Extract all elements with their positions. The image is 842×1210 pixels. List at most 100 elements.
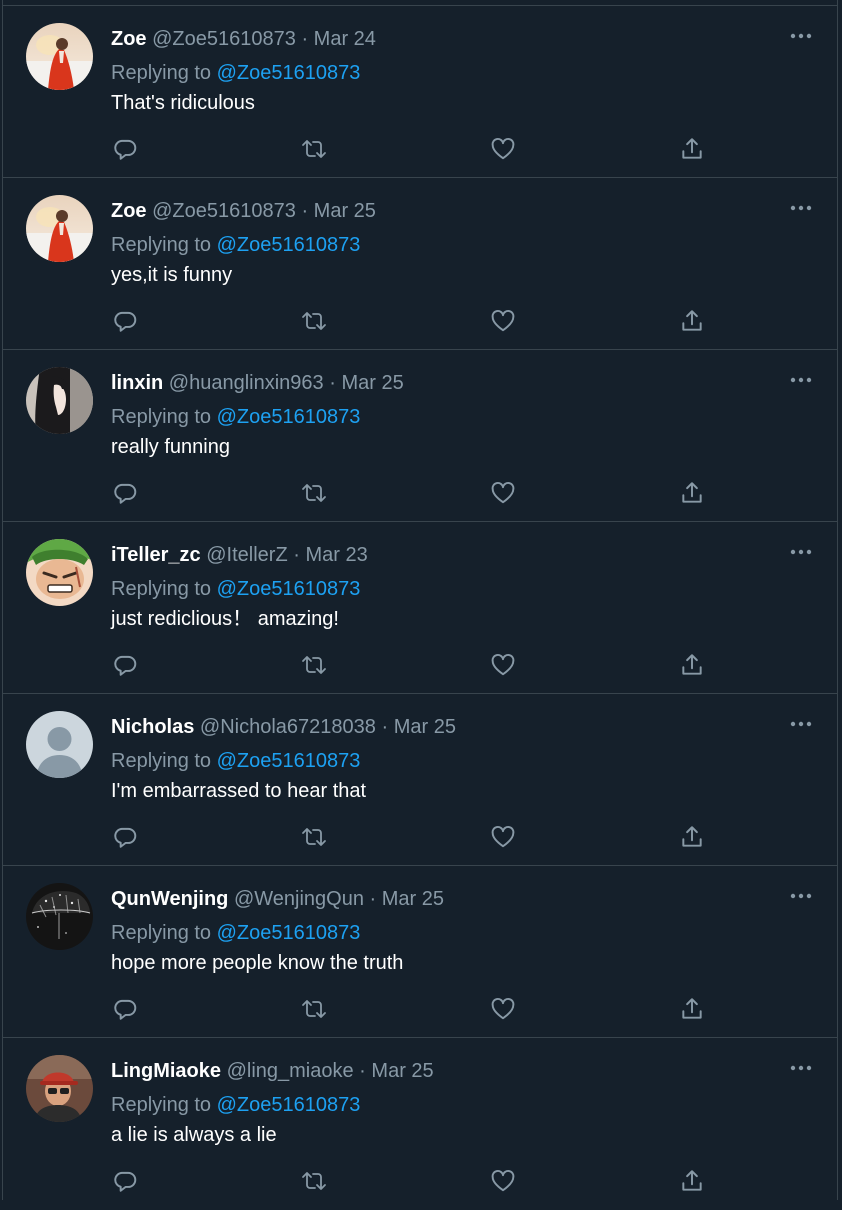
reply-tweet[interactable]: Zoe @Zoe51610873 · Mar 25 Replying to @Z…	[3, 178, 837, 350]
dot-separator: ·	[301, 28, 309, 50]
tweet-date[interactable]: Mar 25	[314, 200, 376, 222]
replying-to-line: Replying to @Zoe51610873	[111, 61, 360, 85]
reply-icon[interactable]	[110, 650, 140, 680]
tweet-header: Zoe @Zoe51610873 · Mar 25	[111, 199, 376, 223]
avatar[interactable]	[26, 883, 93, 950]
reply-tweet[interactable]: Zoe @Zoe51610873 · Mar 24 Replying to @Z…	[3, 6, 837, 178]
tweet-text: yes,it is funny	[111, 264, 233, 286]
reply-icon[interactable]	[110, 134, 140, 164]
user-handle[interactable]: @Nichola67218038	[200, 716, 376, 738]
reply-icon[interactable]	[110, 822, 140, 852]
display-name[interactable]: Nicholas	[111, 716, 194, 738]
display-name[interactable]: QunWenjing	[111, 888, 228, 910]
share-icon[interactable]	[677, 306, 707, 336]
more-dots-icon[interactable]	[787, 198, 815, 218]
user-handle[interactable]: @Zoe51610873	[152, 200, 296, 222]
tweet-text: That's ridiculous	[111, 92, 255, 114]
retweet-icon[interactable]	[299, 134, 329, 164]
user-handle[interactable]: @huanglinxin963	[169, 372, 324, 394]
tweet-text: a lie is always a lie	[111, 1124, 277, 1146]
retweet-icon[interactable]	[299, 994, 329, 1024]
retweet-icon[interactable]	[299, 306, 329, 336]
more-dots-icon[interactable]	[787, 370, 815, 390]
mention-link[interactable]: @Zoe51610873	[217, 922, 361, 944]
reply-icon[interactable]	[110, 306, 140, 336]
like-icon[interactable]	[488, 1166, 518, 1196]
share-icon[interactable]	[677, 650, 707, 680]
display-name[interactable]: LingMiaoke	[111, 1060, 221, 1082]
avatar[interactable]	[26, 711, 93, 778]
avatar[interactable]	[26, 539, 93, 606]
tweet-text: really funning	[111, 436, 230, 458]
display-name[interactable]: Zoe	[111, 28, 147, 50]
tweet-header: iTeller_zc @ItellerZ · Mar 23	[111, 543, 368, 567]
reply-tweet[interactable]: LingMiaoke @ling_miaoke · Mar 25 Replyin…	[3, 1038, 837, 1210]
like-icon[interactable]	[488, 134, 518, 164]
retweet-icon[interactable]	[299, 822, 329, 852]
user-handle[interactable]: @WenjingQun	[234, 888, 364, 910]
dot-separator: ·	[381, 716, 389, 738]
reply-icon[interactable]	[110, 994, 140, 1024]
tweet-date[interactable]: Mar 24	[314, 28, 376, 50]
retweet-icon[interactable]	[299, 650, 329, 680]
like-icon[interactable]	[488, 650, 518, 680]
avatar[interactable]	[26, 23, 93, 90]
like-icon[interactable]	[488, 822, 518, 852]
like-icon[interactable]	[488, 306, 518, 336]
user-handle[interactable]: @ling_miaoke	[227, 1060, 354, 1082]
replying-to-label: Replying to	[111, 1094, 212, 1116]
like-icon[interactable]	[488, 994, 518, 1024]
reply-tweet[interactable]: iTeller_zc @ItellerZ · Mar 23 Replying t…	[3, 522, 837, 694]
more-dots-icon[interactable]	[787, 886, 815, 906]
more-dots-icon[interactable]	[787, 26, 815, 46]
replying-to-line: Replying to @Zoe51610873	[111, 233, 360, 257]
more-dots-icon[interactable]	[787, 714, 815, 734]
more-dots-icon[interactable]	[787, 1058, 815, 1078]
dot-separator: ·	[301, 200, 309, 222]
tweet-date[interactable]: Mar 25	[341, 372, 403, 394]
dot-separator: ·	[369, 888, 377, 910]
dot-separator: ·	[359, 1060, 366, 1082]
reply-tweet[interactable]: Nicholas @Nichola67218038 · Mar 25 Reply…	[3, 694, 837, 866]
reply-icon[interactable]	[110, 1166, 140, 1196]
replying-to-line: Replying to @Zoe51610873	[111, 405, 360, 429]
display-name[interactable]: linxin	[111, 372, 163, 394]
share-icon[interactable]	[677, 134, 707, 164]
dot-separator: ·	[293, 544, 300, 566]
mention-link[interactable]: @Zoe51610873	[217, 1094, 361, 1116]
reply-icon[interactable]	[110, 478, 140, 508]
replying-to-label: Replying to	[111, 62, 212, 84]
more-dots-icon[interactable]	[787, 542, 815, 562]
share-icon[interactable]	[677, 1166, 707, 1196]
like-icon[interactable]	[488, 478, 518, 508]
display-name[interactable]: iTeller_zc	[111, 544, 201, 566]
replying-to-line: Replying to @Zoe51610873	[111, 749, 360, 773]
mention-link[interactable]: @Zoe51610873	[217, 750, 361, 772]
tweet-date[interactable]: Mar 25	[394, 716, 456, 738]
share-icon[interactable]	[677, 478, 707, 508]
avatar[interactable]	[26, 195, 93, 262]
mention-link[interactable]: @Zoe51610873	[217, 62, 361, 84]
avatar[interactable]	[26, 367, 93, 434]
share-icon[interactable]	[677, 994, 707, 1024]
avatar[interactable]	[26, 1055, 93, 1122]
tweet-date[interactable]: Mar 25	[382, 888, 444, 910]
tweet-header: Nicholas @Nichola67218038 · Mar 25	[111, 715, 456, 739]
share-icon[interactable]	[677, 822, 707, 852]
retweet-icon[interactable]	[299, 1166, 329, 1196]
reply-tweet[interactable]: linxin @huanglinxin963 · Mar 25 Replying…	[3, 350, 837, 522]
tweet-header: Zoe @Zoe51610873 · Mar 24	[111, 27, 376, 51]
user-handle[interactable]: @Zoe51610873	[152, 28, 296, 50]
mention-link[interactable]: @Zoe51610873	[217, 234, 361, 256]
user-handle[interactable]: @ItellerZ	[206, 544, 287, 566]
mention-link[interactable]: @Zoe51610873	[217, 406, 361, 428]
tweet-date[interactable]: Mar 25	[371, 1060, 433, 1082]
retweet-icon[interactable]	[299, 478, 329, 508]
tweet-text: just rediclious！ amazing!	[111, 608, 339, 630]
reply-tweet[interactable]: QunWenjing @WenjingQun · Mar 25 Replying…	[3, 866, 837, 1038]
tweet-header: QunWenjing @WenjingQun · Mar 25	[111, 887, 444, 911]
tweet-date[interactable]: Mar 23	[305, 544, 367, 566]
display-name[interactable]: Zoe	[111, 200, 147, 222]
mention-link[interactable]: @Zoe51610873	[217, 578, 361, 600]
replying-to-line: Replying to @Zoe51610873	[111, 1093, 360, 1117]
